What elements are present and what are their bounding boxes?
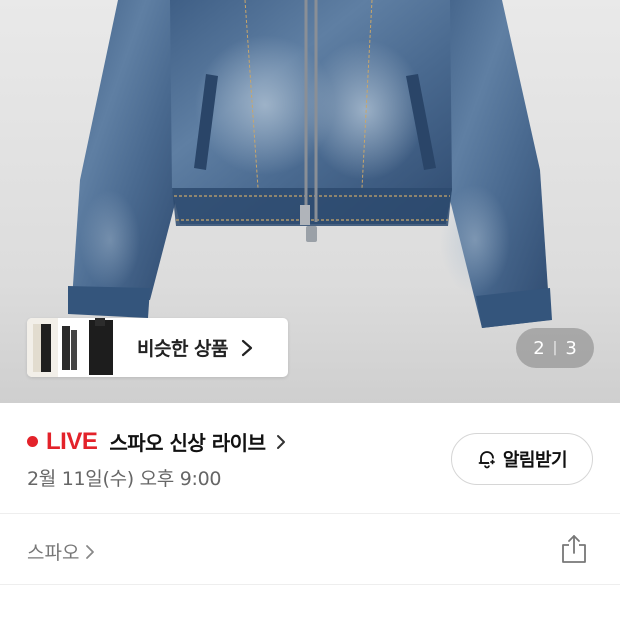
brand-name: 스파오: [27, 542, 80, 564]
live-indicator-dot: [27, 436, 38, 447]
similar-product-thumbnail: [89, 318, 120, 377]
live-broadcast-link[interactable]: LIVE 스파오 신상 라이브: [27, 427, 287, 456]
notify-label: 알림받기: [502, 450, 568, 471]
bell-plus-icon: [478, 451, 496, 469]
total-pages: 3: [565, 337, 577, 359]
similar-products-thumbnails: [27, 318, 120, 377]
similar-product-thumbnail: [27, 318, 58, 377]
similar-product-thumbnail: [58, 318, 89, 377]
chevron-right-icon: [86, 544, 95, 559]
chevron-right-icon: [241, 339, 253, 356]
brand-link[interactable]: 스파오: [27, 538, 96, 565]
product-image-carousel[interactable]: 비슷한 상품 2 | 3: [0, 0, 620, 403]
current-page: 2: [533, 337, 545, 359]
similar-products-label: 비슷한 상품: [137, 338, 229, 360]
live-title: 스파오 신상 라이브: [109, 431, 266, 455]
page-separator: |: [552, 340, 558, 356]
similar-products-button[interactable]: 비슷한 상품: [27, 318, 288, 377]
image-page-indicator: 2 | 3: [516, 328, 594, 368]
notify-button[interactable]: 알림받기: [451, 433, 593, 485]
chevron-right-icon: [277, 434, 286, 449]
live-schedule: 2월 11일(수) 오후 9:00: [27, 468, 222, 490]
share-icon[interactable]: [560, 534, 588, 564]
live-badge: LIVE: [46, 427, 98, 455]
